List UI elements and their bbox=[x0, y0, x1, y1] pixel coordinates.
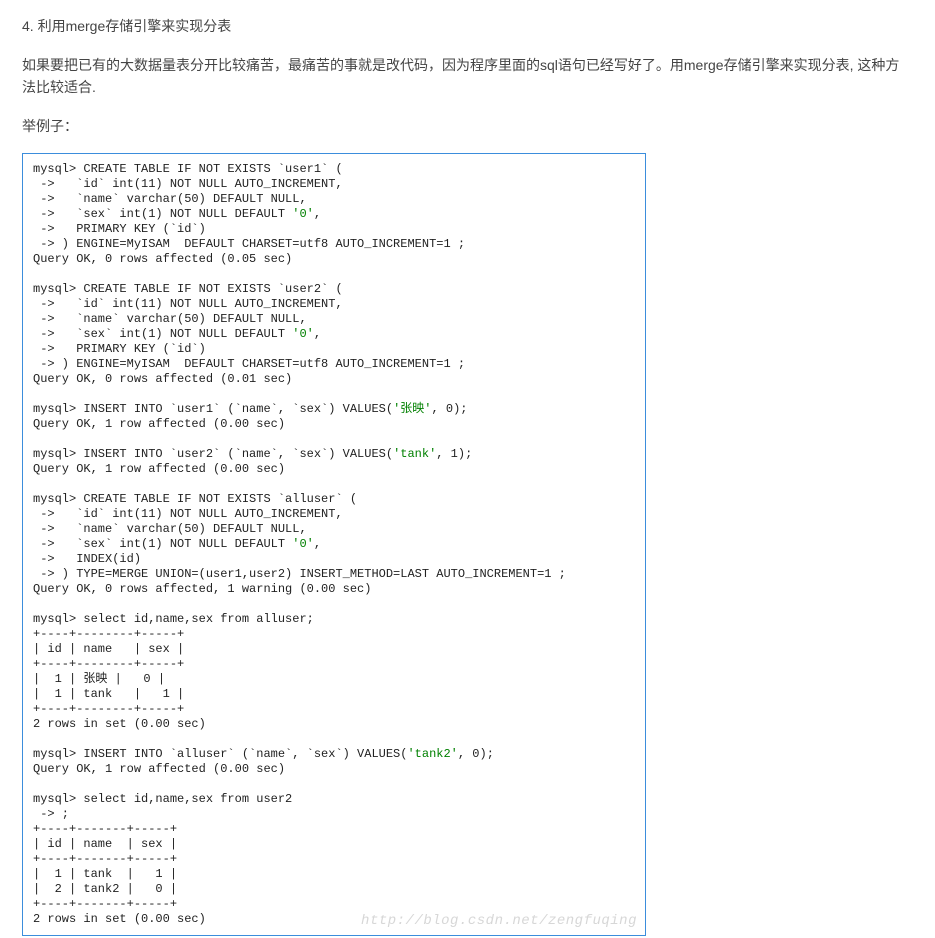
paragraph-example-label: 举例子： bbox=[22, 115, 913, 137]
section-heading: 4. 利用merge存储引擎来实现分表 bbox=[22, 16, 913, 36]
code-line: +----+--------+-----+ bbox=[33, 627, 184, 641]
code-line: Query OK, 0 rows affected (0.05 sec) bbox=[33, 252, 292, 266]
code-line: -> PRIMARY KEY (`id`) bbox=[33, 222, 206, 236]
code-line: -> `id` int(11) NOT NULL AUTO_INCREMENT, bbox=[33, 507, 343, 521]
code-line: +----+--------+-----+ bbox=[33, 702, 184, 716]
code-line: | id | name | sex | bbox=[33, 837, 177, 851]
string-literal: 'tank' bbox=[393, 447, 436, 461]
string-literal: '0' bbox=[292, 207, 314, 221]
code-line: -> ) ENGINE=MyISAM DEFAULT CHARSET=utf8 … bbox=[33, 357, 465, 371]
string-literal: '0' bbox=[292, 327, 314, 341]
code-line: mysql> CREATE TABLE IF NOT EXISTS `user1… bbox=[33, 162, 343, 176]
code-line: , 0); bbox=[458, 747, 494, 761]
code-line: mysql> select id,name,sex from alluser; bbox=[33, 612, 314, 626]
code-line: -> `id` int(11) NOT NULL AUTO_INCREMENT, bbox=[33, 297, 343, 311]
code-line: mysql> INSERT INTO `alluser` (`name`, `s… bbox=[33, 747, 407, 761]
code-line: mysql> INSERT INTO `user1` (`name`, `sex… bbox=[33, 402, 393, 416]
code-line: | 1 | tank | 1 | bbox=[33, 687, 184, 701]
code-line: 2 rows in set (0.00 sec) bbox=[33, 912, 206, 926]
code-line: Query OK, 1 row affected (0.00 sec) bbox=[33, 762, 285, 776]
code-line: Query OK, 1 row affected (0.00 sec) bbox=[33, 462, 285, 476]
code-line: -> ) TYPE=MERGE UNION=(user1,user2) INSE… bbox=[33, 567, 566, 581]
code-line: | 1 | 张映 | 0 | bbox=[33, 672, 165, 686]
code-line: +----+-------+-----+ bbox=[33, 822, 177, 836]
code-line: -> `name` varchar(50) DEFAULT NULL, bbox=[33, 522, 307, 536]
code-line: -> `name` varchar(50) DEFAULT NULL, bbox=[33, 192, 307, 206]
code-line: -> ; bbox=[33, 807, 69, 821]
code-line: +----+-------+-----+ bbox=[33, 852, 177, 866]
code-line: , 0); bbox=[431, 402, 467, 416]
code-line: Query OK, 0 rows affected (0.01 sec) bbox=[33, 372, 292, 386]
code-line: mysql> select id,name,sex from user2 bbox=[33, 792, 292, 806]
code-line: , 1); bbox=[436, 447, 472, 461]
code-line: -> `id` int(11) NOT NULL AUTO_INCREMENT, bbox=[33, 177, 343, 191]
code-line: -> ) ENGINE=MyISAM DEFAULT CHARSET=utf8 … bbox=[33, 237, 465, 251]
code-line: -> INDEX(id) bbox=[33, 552, 141, 566]
code-line: mysql> INSERT INTO `user2` (`name`, `sex… bbox=[33, 447, 393, 461]
code-line: | id | name | sex | bbox=[33, 642, 184, 656]
code-block: mysql> CREATE TABLE IF NOT EXISTS `user1… bbox=[22, 153, 646, 936]
code-line: , bbox=[314, 537, 321, 551]
code-line: , bbox=[314, 327, 321, 341]
code-line: -> `name` varchar(50) DEFAULT NULL, bbox=[33, 312, 307, 326]
string-literal: '张映' bbox=[393, 402, 431, 416]
code-line: -> `sex` int(1) NOT NULL DEFAULT bbox=[33, 327, 292, 341]
code-line: -> `sex` int(1) NOT NULL DEFAULT bbox=[33, 207, 292, 221]
code-line: mysql> CREATE TABLE IF NOT EXISTS `user2… bbox=[33, 282, 343, 296]
code-content: mysql> CREATE TABLE IF NOT EXISTS `user1… bbox=[33, 162, 635, 927]
code-line: , bbox=[314, 207, 321, 221]
code-line: -> `sex` int(1) NOT NULL DEFAULT bbox=[33, 537, 292, 551]
code-line: Query OK, 0 rows affected, 1 warning (0.… bbox=[33, 582, 371, 596]
code-line: mysql> CREATE TABLE IF NOT EXISTS `allus… bbox=[33, 492, 357, 506]
string-literal: 'tank2' bbox=[407, 747, 457, 761]
code-line: -> PRIMARY KEY (`id`) bbox=[33, 342, 206, 356]
code-line: Query OK, 1 row affected (0.00 sec) bbox=[33, 417, 285, 431]
code-line: | 2 | tank2 | 0 | bbox=[33, 882, 177, 896]
code-line: | 1 | tank | 1 | bbox=[33, 867, 177, 881]
code-line: 2 rows in set (0.00 sec) bbox=[33, 717, 206, 731]
document-page: 4. 利用merge存储引擎来实现分表 如果要把已有的大数据量表分开比较痛苦，最… bbox=[0, 0, 935, 936]
string-literal: '0' bbox=[292, 537, 314, 551]
code-line: +----+-------+-----+ bbox=[33, 897, 177, 911]
paragraph-intro: 如果要把已有的大数据量表分开比较痛苦，最痛苦的事就是改代码，因为程序里面的sql… bbox=[22, 54, 913, 99]
code-line: +----+--------+-----+ bbox=[33, 657, 184, 671]
